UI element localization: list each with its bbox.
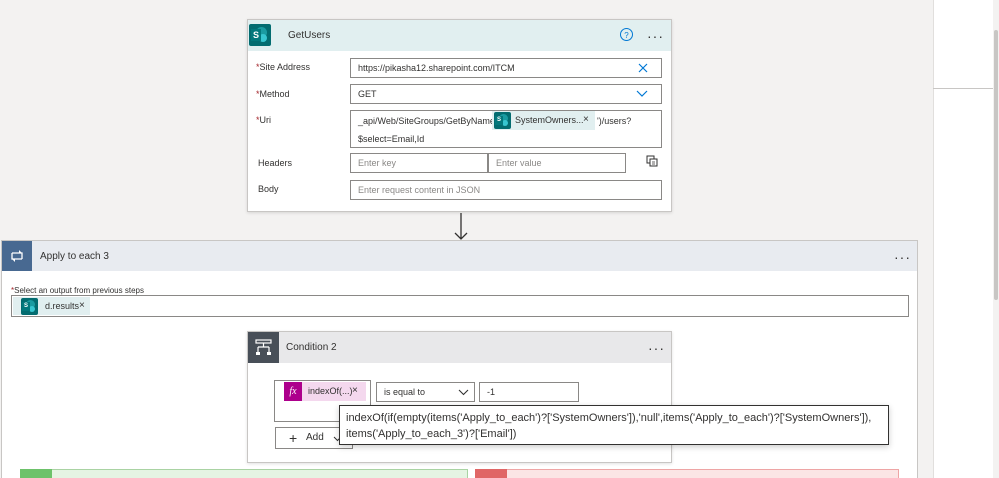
operator-value: is equal to — [384, 387, 426, 397]
site-address-label-text: Site Address — [259, 62, 311, 72]
fx-icon: fx — [284, 382, 302, 401]
uri-dynamic-token[interactable]: S SystemOwners... × — [492, 111, 595, 130]
if-yes-branch — [20, 469, 468, 478]
uri-line2: $select=Email,Id — [358, 134, 425, 144]
method-label-text: Method — [259, 89, 290, 99]
sharepoint-icon: S — [21, 298, 38, 315]
add-label: Add — [306, 432, 324, 443]
select-output-label-text: Select an output from previous steps — [14, 286, 144, 295]
remove-token-icon[interactable]: × — [79, 297, 85, 315]
uri-suffix: ')/users? — [597, 116, 632, 126]
uri-field[interactable]: _api/Web/SiteGroups/GetByName(' S System… — [350, 110, 662, 148]
uri-label-text: Uri — [259, 115, 272, 125]
method-value: GET — [358, 89, 377, 99]
method-label: *Method — [256, 89, 290, 99]
loop-icon — [11, 250, 23, 262]
sharepoint-icon: S — [494, 112, 511, 129]
help-glyph: ? — [624, 31, 629, 40]
select-output-label: *Select an output from previous steps — [11, 286, 144, 295]
site-address-label: *Site Address — [256, 62, 310, 72]
d-results-token[interactable]: S d.results × — [13, 297, 90, 315]
condition-header[interactable]: Condition 2 ··· — [248, 332, 671, 363]
condition-icon-tile — [248, 332, 279, 363]
scrollbar-thumb[interactable] — [994, 30, 998, 300]
apply-to-each-header[interactable]: Apply to each 3 ··· — [2, 241, 917, 271]
uri-prefix: _api/Web/SiteGroups/GetByName(' — [358, 116, 500, 126]
side-panel — [933, 0, 999, 478]
tooltip-line-2: items('Apply_to_each_3')?['Email']) — [346, 428, 517, 440]
header-key-placeholder: Enter key — [358, 158, 397, 168]
side-panel-divider — [933, 88, 993, 89]
select-output-field[interactable]: S d.results × — [11, 295, 909, 317]
d-results-label: d.results — [45, 301, 80, 311]
body-field[interactable]: Enter request content in JSON — [350, 180, 662, 200]
body-placeholder: Enter request content in JSON — [358, 185, 481, 195]
site-address-field[interactable]: https://pikasha12.sharepoint.com/ITCM — [350, 58, 662, 78]
expression-token-label: indexOf(...) — [308, 386, 353, 396]
condition-title: Condition 2 — [286, 342, 337, 353]
condition-icon — [255, 339, 272, 355]
header-key-field[interactable]: Enter key — [350, 153, 488, 173]
getusers-header[interactable]: S GetUsers ? ··· — [248, 20, 671, 51]
if-no-accent — [475, 469, 507, 478]
uri-token-label: SystemOwners... — [515, 115, 584, 125]
method-dropdown[interactable]: GET — [350, 84, 662, 104]
expression-token[interactable]: fx indexOf(...) × — [284, 382, 366, 401]
header-value-field[interactable]: Enter value — [488, 153, 626, 173]
apply-icon-tile — [2, 241, 32, 271]
apply-title: Apply to each 3 — [40, 251, 109, 262]
expression-tooltip: indexOf(if(empty(items('Apply_to_each')?… — [339, 405, 889, 445]
comparison-value: -1 — [487, 387, 496, 397]
uri-label: *Uri — [256, 115, 271, 125]
flow-arrow-icon — [454, 213, 468, 240]
body-label: Body — [258, 184, 279, 194]
help-icon[interactable]: ? — [620, 28, 633, 41]
condition-more-icon[interactable]: ··· — [648, 341, 665, 355]
if-no-branch — [475, 469, 899, 478]
tooltip-line-1: indexOf(if(empty(items('Apply_to_each')?… — [346, 412, 872, 424]
getusers-more-icon[interactable]: ··· — [647, 29, 664, 43]
clear-site-address-icon[interactable] — [638, 63, 648, 73]
getusers-title: GetUsers — [288, 30, 331, 41]
switch-to-text-mode-icon[interactable] — [646, 155, 658, 167]
apply-more-icon[interactable]: ··· — [894, 250, 911, 264]
plus-icon: + — [289, 430, 298, 446]
comparison-value-field[interactable]: -1 — [479, 382, 579, 402]
fx-glyph: fx — [289, 386, 297, 397]
header-value-placeholder: Enter value — [496, 158, 542, 168]
headers-label: Headers — [258, 158, 293, 168]
remove-token-icon[interactable]: × — [352, 382, 358, 400]
remove-token-icon[interactable]: × — [583, 111, 589, 129]
if-yes-accent — [20, 469, 52, 478]
sharepoint-icon: S — [249, 24, 271, 46]
chevron-down-icon[interactable] — [636, 90, 648, 98]
chevron-down-icon[interactable] — [458, 389, 469, 396]
site-address-value: https://pikasha12.sharepoint.com/ITCM — [358, 63, 515, 73]
